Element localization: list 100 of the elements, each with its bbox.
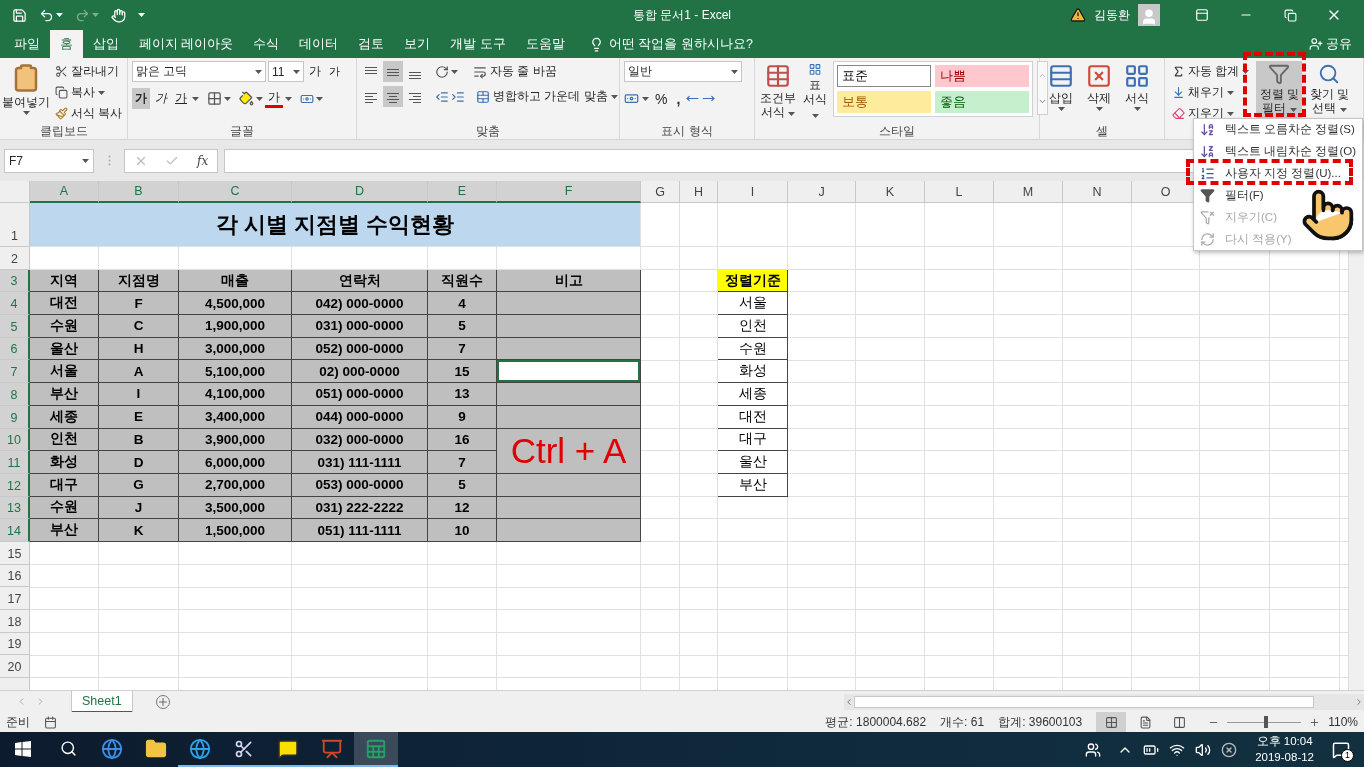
conditional-format-button[interactable]: 조건부 서식 [759, 61, 797, 123]
row-header[interactable]: 7 [0, 360, 30, 384]
macro-icon[interactable] [44, 715, 57, 729]
column-header[interactable]: B [99, 181, 179, 203]
row-header[interactable]: 1 [0, 203, 30, 247]
currency-icon[interactable] [624, 91, 639, 106]
table-cell[interactable] [497, 519, 641, 542]
row-header[interactable]: 3 [0, 269, 30, 293]
row-header[interactable]: 17 [0, 587, 30, 610]
table-cell[interactable] [497, 360, 641, 384]
borders-icon[interactable] [207, 91, 222, 106]
table-cell[interactable] [497, 383, 641, 406]
column-header[interactable]: A [30, 181, 99, 203]
underline-button[interactable]: 가 [172, 88, 190, 109]
cells-button[interactable]: 삽입 [1044, 61, 1078, 123]
row-header[interactable]: 4 [0, 292, 30, 316]
row-header[interactable]: 5 [0, 315, 30, 338]
column-header[interactable]: K [856, 181, 925, 203]
paste-button[interactable]: 붙여넣기 [4, 61, 48, 123]
ribbon-tab[interactable]: 홈 [50, 30, 83, 58]
column-header[interactable]: F [497, 181, 641, 203]
ribbon-tab[interactable]: 데이터 [289, 30, 349, 58]
column-header[interactable]: I [718, 181, 788, 203]
merge-center-button[interactable]: 병합하고 가운데 맞춤 [473, 86, 621, 107]
column-header[interactable]: H [680, 181, 718, 203]
italic-button[interactable]: 가 [152, 88, 170, 109]
row-header[interactable]: 15 [0, 541, 30, 565]
column-header[interactable]: J [788, 181, 856, 203]
comma-button[interactable]: , [673, 88, 684, 109]
ribbon-tab[interactable]: 삽입 [83, 30, 129, 58]
share-button[interactable]: 공유 [1297, 30, 1364, 58]
cut-button[interactable]: 잘라내기 [52, 61, 126, 82]
row-header[interactable]: 12 [0, 473, 30, 497]
zoom-reading[interactable]: 110% [1328, 715, 1358, 729]
column-header[interactable]: M [994, 181, 1063, 203]
row-header[interactable]: 9 [0, 405, 30, 429]
copy-button[interactable]: 복사 [52, 82, 126, 103]
number-format-field[interactable]: 일반 [624, 61, 742, 82]
column-header[interactable]: D [292, 181, 428, 203]
row-header[interactable]: 2 [0, 247, 30, 270]
ribbon-tab[interactable]: 개발 도구 [440, 30, 516, 58]
ribbon-tab[interactable]: 파일 [4, 30, 50, 58]
people-icon[interactable] [1085, 741, 1102, 758]
name-box[interactable]: F7 [4, 148, 94, 173]
vertical-align-button[interactable] [383, 61, 403, 82]
format-table-button[interactable]: 표 서식 [801, 61, 829, 123]
shrink-font-button[interactable]: 가 [326, 61, 343, 82]
volume-icon[interactable] [1195, 741, 1212, 758]
tell-me-search[interactable]: 어떤 작업을 원하시나요? [582, 30, 759, 58]
grow-font-button[interactable]: 가 [306, 61, 324, 82]
row-header[interactable]: 16 [0, 564, 30, 588]
scroll-thumb[interactable] [854, 695, 1314, 708]
zoom-thumb[interactable] [1263, 716, 1268, 728]
horizontal-align-button[interactable] [383, 86, 403, 107]
horizontal-scrollbar[interactable] [844, 693, 1364, 710]
ribbon-tab[interactable]: 검토 [348, 30, 395, 58]
clock-date[interactable]: 2019-08-12 [1255, 749, 1314, 765]
row-header[interactable]: 8 [0, 383, 30, 406]
font-name-field[interactable]: 맑은 고딕 [132, 61, 266, 82]
percent-button[interactable]: % [652, 88, 671, 109]
column-header[interactable]: L [925, 181, 994, 203]
cells-button[interactable]: 삭제 [1082, 61, 1116, 123]
wrap-text-button[interactable]: 자동 줄 바꿈 [470, 61, 560, 82]
row-header[interactable]: 13 [0, 496, 30, 520]
table-cell[interactable] [497, 496, 641, 520]
indent-decrease-icon[interactable] [435, 89, 449, 104]
cell-style[interactable]: 좋음 [935, 91, 1029, 113]
ribbon-tab[interactable]: 페이지 레이아웃 [129, 30, 244, 58]
ribbon-tab[interactable]: 도움말 [515, 30, 575, 58]
table-cell[interactable] [497, 315, 641, 338]
autosum-button[interactable]: 자동 합계 [1169, 61, 1253, 82]
indent-increase-icon[interactable] [451, 89, 465, 104]
clock-time[interactable]: 오후 10:04 [1256, 734, 1313, 750]
table-cell[interactable] [497, 473, 641, 497]
table-cell[interactable] [497, 405, 641, 429]
font-color-button[interactable]: 가 [265, 89, 283, 108]
column-header[interactable]: E [428, 181, 497, 203]
ribbon-tab[interactable]: 보기 [394, 30, 441, 58]
format-painter-button[interactable]: 서식 복사 [52, 103, 126, 124]
column-header[interactable]: G [641, 181, 680, 203]
column-header[interactable]: C [179, 181, 292, 203]
table-cell[interactable] [497, 337, 641, 361]
cell-style[interactable]: 표준 [837, 65, 931, 87]
row-header[interactable]: 11 [0, 451, 30, 474]
row-header[interactable]: 19 [0, 632, 30, 656]
fill-button[interactable]: 채우기 [1169, 82, 1253, 103]
notification-icon[interactable] [1332, 740, 1350, 759]
insert-function-button[interactable]: fx [197, 153, 209, 168]
find-select-button[interactable]: 찾기 및 선택 [1306, 61, 1353, 123]
cell-style[interactable]: 보통 [837, 91, 931, 113]
error-icon[interactable] [1221, 741, 1238, 758]
row-header[interactable]: 18 [0, 610, 30, 633]
cell-style[interactable]: 나쁨 [935, 65, 1029, 87]
font-size-field[interactable]: 11 [268, 61, 304, 82]
ribbon-tab[interactable]: 수식 [243, 30, 290, 58]
menu-item[interactable]: 텍스트 내림차순 정렬(O) [1194, 142, 1358, 160]
sheet-tab[interactable]: Sheet1 [72, 690, 132, 713]
table-cell[interactable] [497, 292, 641, 316]
zoom-in-icon[interactable] [1309, 716, 1321, 728]
bold-button[interactable]: 가 [132, 88, 150, 109]
